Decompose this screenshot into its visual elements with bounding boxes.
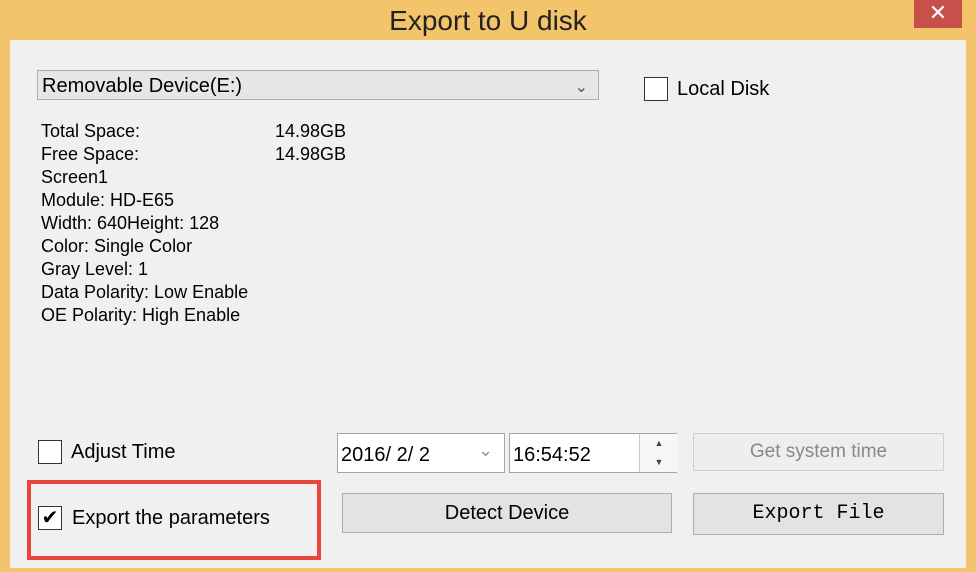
- adjust-time-label: Adjust Time: [71, 441, 176, 463]
- time-field[interactable]: 16:54:52 ▲ ▼: [509, 433, 678, 473]
- module-info: Module: HD-E65: [41, 190, 175, 210]
- close-button[interactable]: ✕: [914, 0, 962, 28]
- detect-device-button[interactable]: Detect Device: [342, 493, 672, 533]
- resolution-info: Width: 640Height: 128: [41, 213, 220, 233]
- date-value: 2016/ 2/ 2: [341, 444, 430, 466]
- date-picker[interactable]: 2016/ 2/ 2 ⌄: [337, 433, 505, 473]
- total-space-label: Total Space:: [41, 121, 141, 141]
- local-disk-checkbox[interactable]: [644, 77, 668, 101]
- checkmark-icon: ✔: [41, 507, 59, 529]
- close-icon: ✕: [928, 0, 948, 25]
- adjust-time-checkbox[interactable]: [38, 440, 62, 464]
- chevron-up-icon: ▲: [654, 438, 664, 448]
- chevron-down-icon[interactable]: ⌄: [575, 77, 588, 97]
- time-decrement-button[interactable]: ▼: [639, 453, 678, 472]
- free-space-label: Free Space:: [41, 144, 140, 164]
- export-parameters-label: Export the parameters: [72, 507, 270, 529]
- local-disk-label: Local Disk: [677, 78, 770, 100]
- export-file-button[interactable]: Export File: [693, 493, 944, 535]
- total-space-value: 14.98GB: [275, 121, 347, 141]
- color-info: Color: Single Color: [41, 236, 193, 256]
- get-system-time-button[interactable]: Get system time: [693, 433, 944, 471]
- time-value: 16:54:52: [513, 444, 591, 466]
- device-select[interactable]: Removable Device(E:) ⌄: [37, 70, 599, 100]
- screen-name: Screen1: [41, 167, 109, 187]
- device-select-value: Removable Device(E:): [42, 75, 243, 97]
- oe-polarity-info: OE Polarity: High Enable: [41, 305, 241, 325]
- time-increment-button[interactable]: ▲: [639, 434, 678, 454]
- free-space-value: 14.98GB: [275, 144, 347, 164]
- gray-level-info: Gray Level: 1: [41, 259, 149, 279]
- window-title: Export to U disk: [389, 5, 587, 36]
- chevron-down-icon[interactable]: ⌄: [478, 440, 493, 461]
- chevron-down-icon: ▼: [654, 457, 664, 467]
- data-polarity-info: Data Polarity: Low Enable: [41, 282, 249, 302]
- export-parameters-checkbox[interactable]: ✔: [38, 506, 62, 530]
